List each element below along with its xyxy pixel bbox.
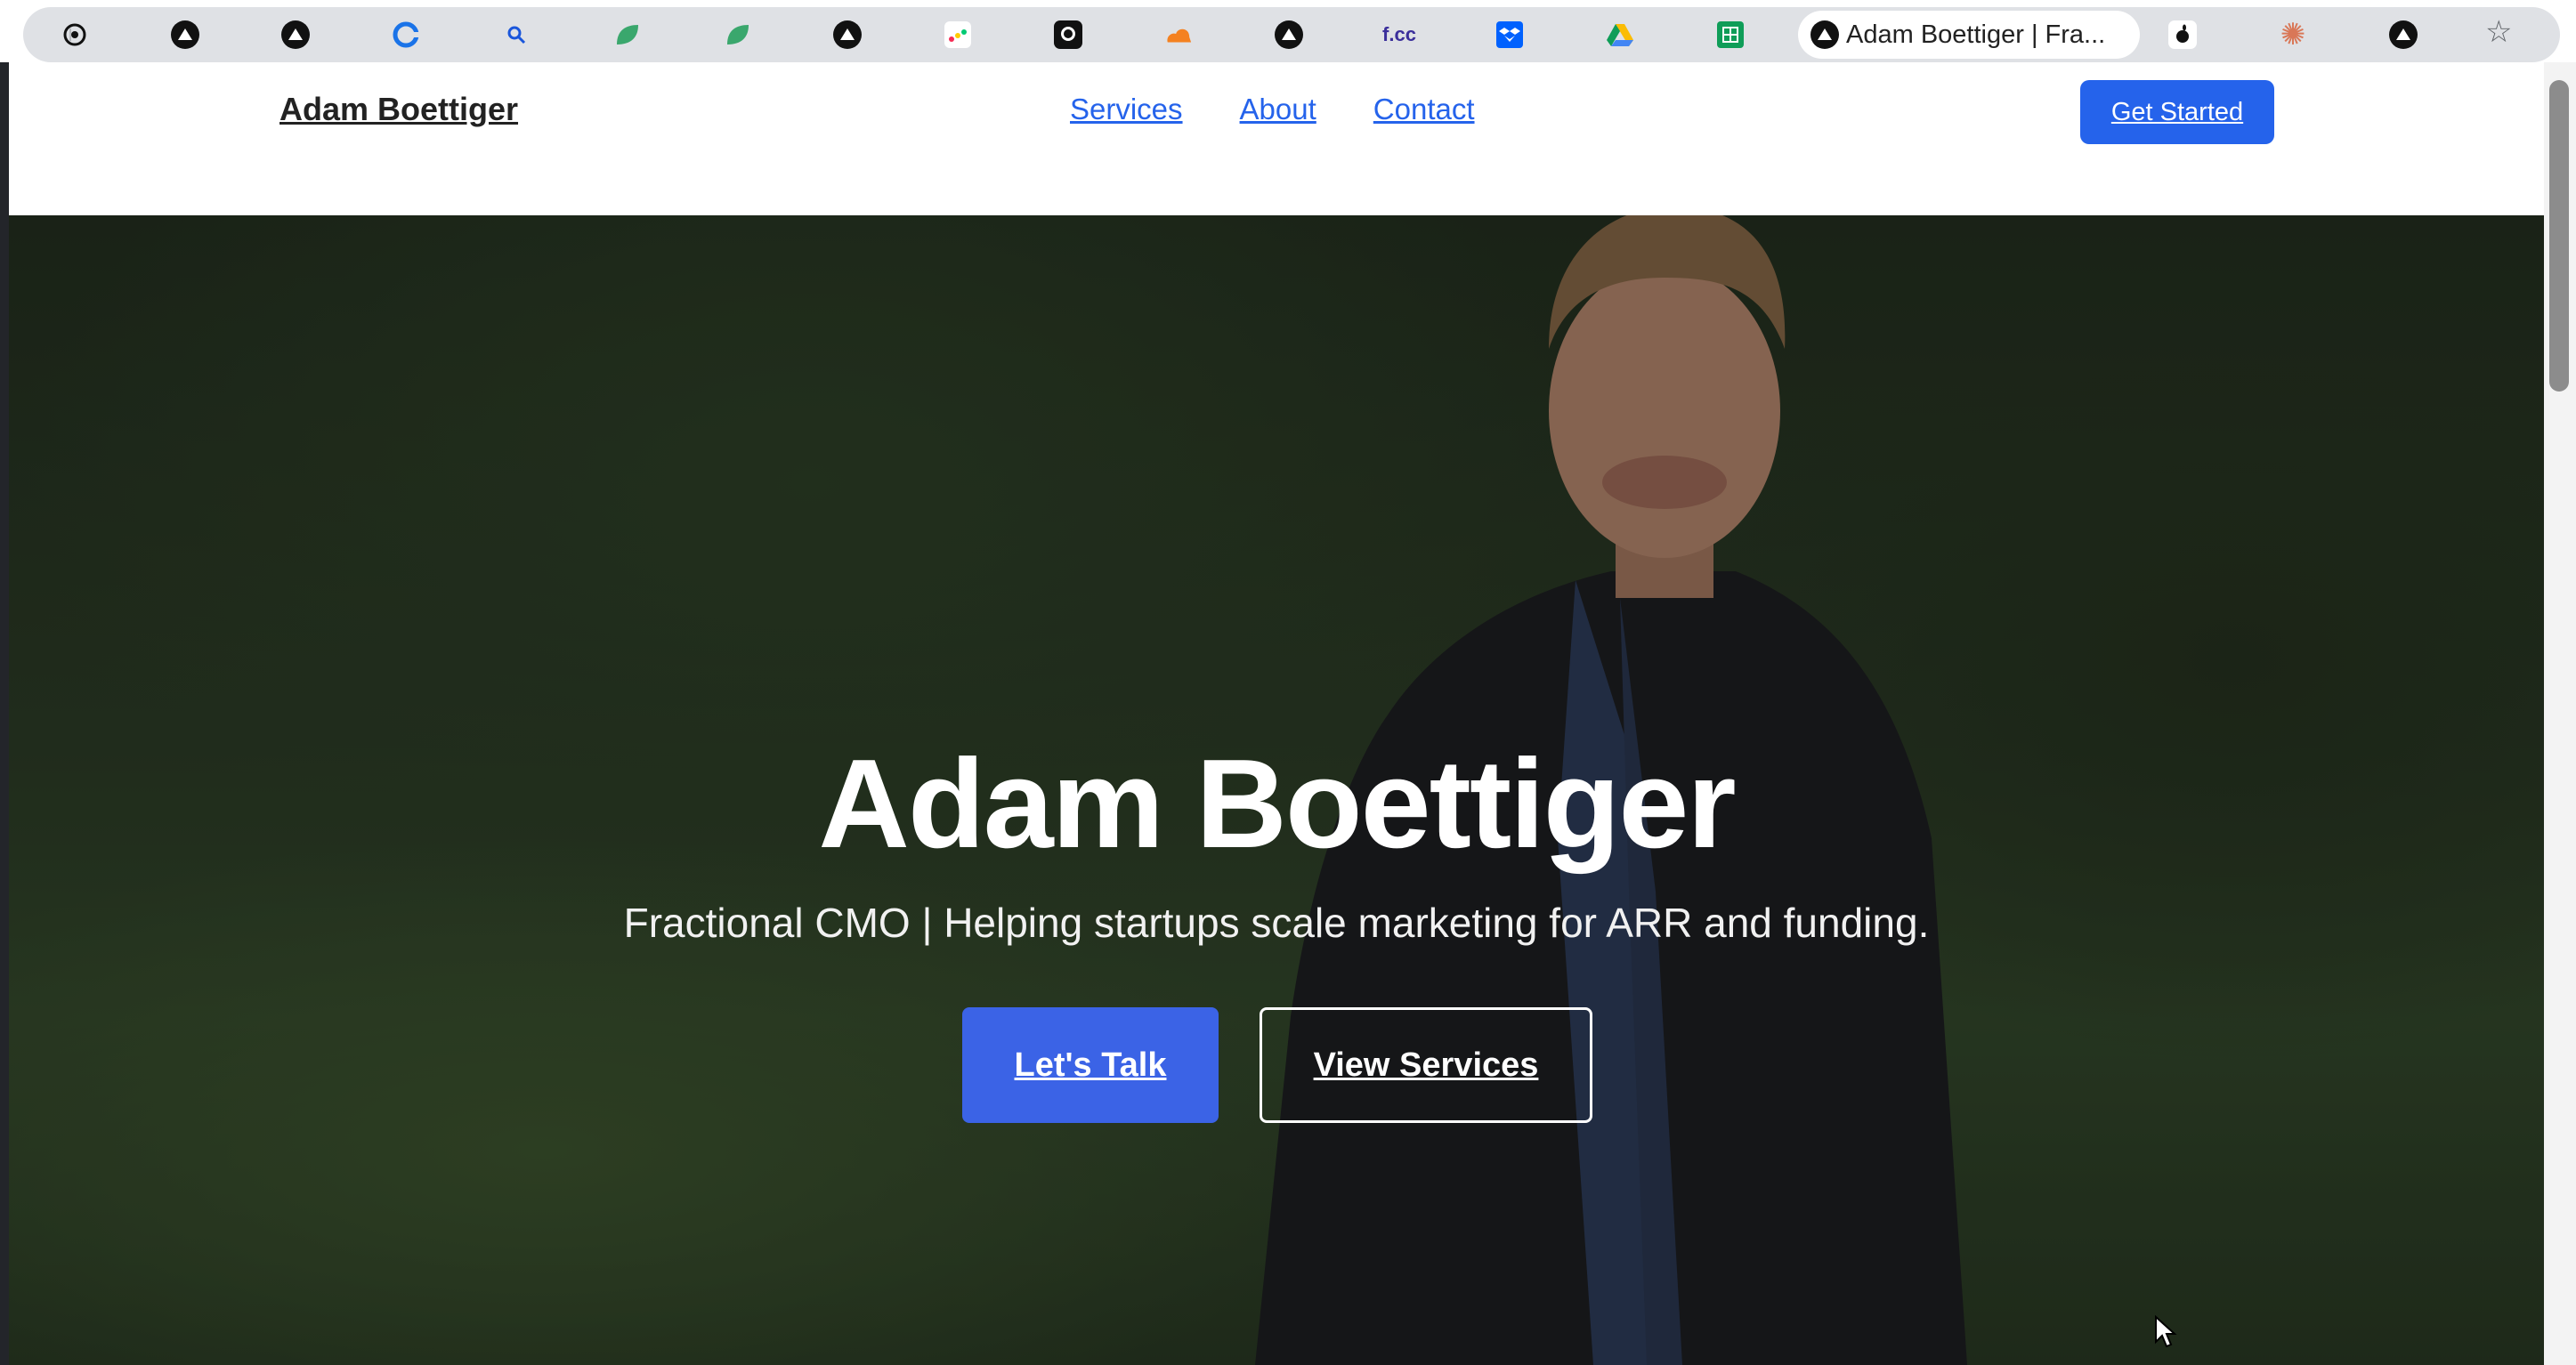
github-icon[interactable]	[1054, 20, 1082, 49]
leaf-icon[interactable]	[612, 20, 641, 49]
hero-subtitle: Fractional CMO | Helping startups scale …	[623, 900, 1930, 946]
nav-link-contact[interactable]: Contact	[1373, 93, 1475, 126]
monday-icon[interactable]	[944, 20, 972, 49]
star-icon[interactable]: ☆	[2485, 14, 2512, 50]
hero-title: Adam Boettiger	[818, 733, 1736, 875]
claude-icon[interactable]: ✺	[2279, 18, 2307, 52]
leaf-icon[interactable]	[723, 20, 751, 49]
triangle-icon[interactable]	[833, 20, 862, 49]
triangle-icon[interactable]	[171, 20, 199, 49]
nav-links: Services About Contact	[1070, 93, 1475, 126]
hero-section: Adam Boettiger Fractional CMO | Helping …	[9, 215, 2544, 1365]
nav-link-about[interactable]: About	[1240, 93, 1316, 126]
nav-link-services[interactable]: Services	[1070, 93, 1183, 126]
active-tab[interactable]: Adam Boettiger | Fra...	[1798, 11, 2140, 59]
triangle-icon	[1810, 20, 1839, 49]
dropbox-icon[interactable]	[1495, 20, 1524, 49]
triangle-icon[interactable]	[1275, 20, 1303, 49]
google-sheets-icon[interactable]	[1716, 20, 1745, 49]
scrollbar-thumb[interactable]	[2549, 80, 2569, 392]
google-drive-icon[interactable]	[1606, 20, 1634, 49]
site-header: Adam Boettiger Services About Contact Ge…	[9, 62, 2544, 215]
chrome-c-icon[interactable]	[392, 20, 420, 49]
freecodecamp-icon[interactable]: f.cc	[1382, 20, 1416, 49]
apple-icon[interactable]	[2168, 20, 2197, 49]
mouse-cursor-icon	[2155, 1315, 2177, 1348]
tab-strip: f.cc Adam Boettiger | Fra... ✺	[23, 7, 2560, 62]
page-viewport: Adam Boettiger Services About Contact Ge…	[9, 62, 2544, 1365]
triangle-icon[interactable]	[2389, 20, 2418, 49]
search-icon[interactable]	[502, 20, 531, 49]
brand-link[interactable]: Adam Boettiger	[279, 91, 518, 128]
active-tab-title: Adam Boettiger | Fra...	[1846, 20, 2106, 49]
page-scrollbar[interactable]	[2544, 62, 2576, 1365]
lets-talk-button[interactable]: Let's Talk	[962, 1007, 1219, 1123]
openai-icon[interactable]	[61, 20, 89, 49]
get-started-button[interactable]: Get Started	[2080, 80, 2274, 144]
triangle-icon[interactable]	[281, 20, 310, 49]
view-services-button[interactable]: View Services	[1260, 1007, 1592, 1123]
browser-tab-bar: f.cc Adam Boettiger | Fra... ✺ ☆	[0, 0, 2576, 62]
cloudflare-icon[interactable]	[1164, 20, 1193, 49]
tab-separator	[69, 28, 71, 41]
